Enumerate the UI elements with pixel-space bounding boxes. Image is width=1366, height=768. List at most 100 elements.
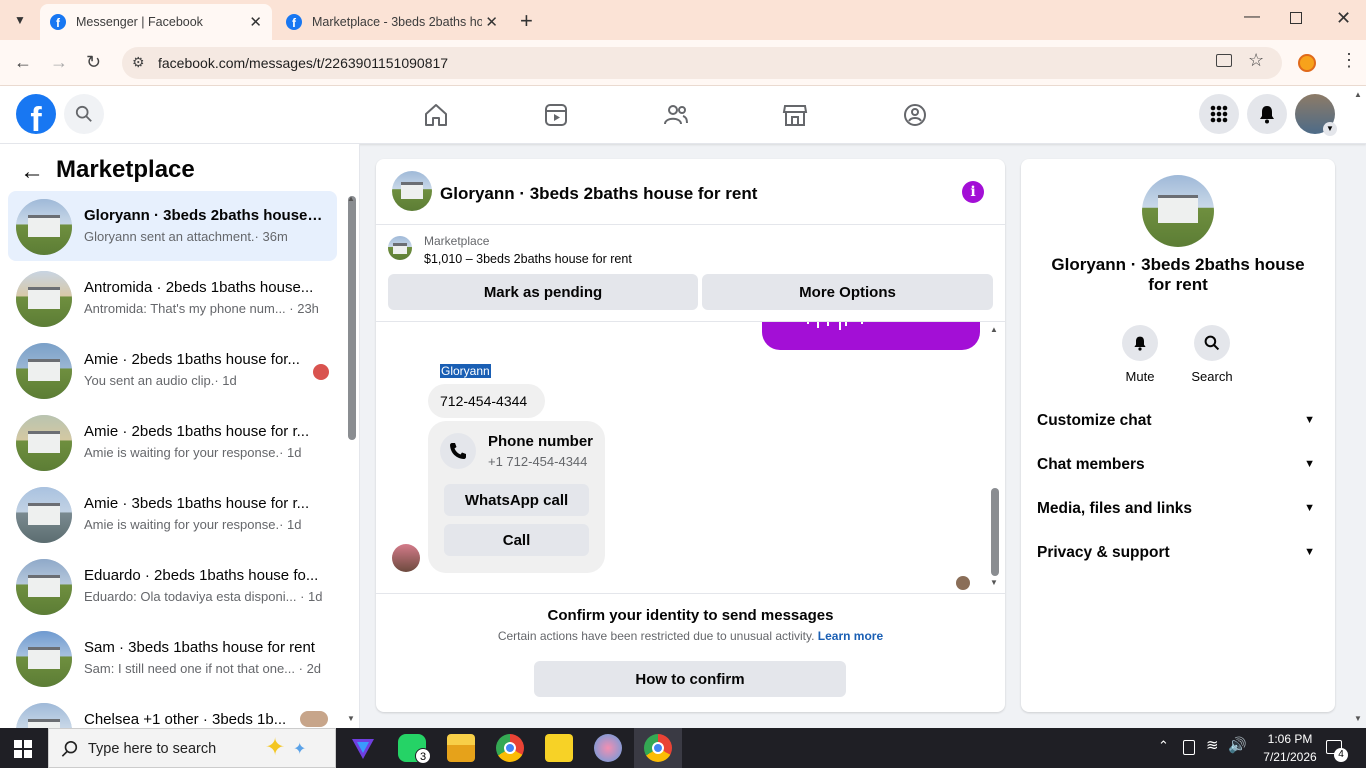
- sender-avatars: [300, 711, 328, 727]
- conversation-item[interactable]: Amie · 2beds 1baths house for... You sen…: [8, 335, 337, 405]
- section-chat-members[interactable]: Chat members ▼: [1037, 456, 1319, 474]
- video-icon[interactable]: [543, 102, 569, 128]
- tab-messenger[interactable]: f Messenger | Facebook ✕: [40, 4, 272, 40]
- more-options-button[interactable]: More Options: [702, 274, 993, 310]
- conversation-title: Amie · 2beds 1baths house for...: [84, 351, 300, 368]
- thread-scrollbar[interactable]: [991, 488, 999, 576]
- search-highlight-icon: ✦: [265, 734, 286, 761]
- conversation-item[interactable]: Chelsea +1 other · 3beds 1b...: [8, 695, 337, 728]
- restore-button[interactable]: [1290, 12, 1302, 24]
- tab-marketplace[interactable]: f Marketplace - 3beds 2baths hou ✕: [276, 4, 508, 40]
- how-to-confirm-button[interactable]: How to confirm: [534, 661, 846, 697]
- chevron-down-icon: ▼: [1304, 546, 1315, 558]
- windows-start-icon[interactable]: [14, 740, 32, 758]
- file-explorer-icon[interactable]: [447, 734, 475, 762]
- forward-icon[interactable]: →: [50, 52, 68, 72]
- back-icon[interactable]: ←: [14, 52, 32, 72]
- clock-date[interactable]: 7/21/2026: [1252, 750, 1328, 764]
- chrome-icon[interactable]: [644, 734, 672, 762]
- close-tab-icon[interactable]: ✕: [249, 13, 262, 31]
- scroll-up-arrow-icon[interactable]: ▲: [347, 194, 355, 203]
- marketplace-icon[interactable]: [782, 102, 808, 128]
- section-privacy-support[interactable]: Privacy & support ▼: [1037, 544, 1319, 562]
- phone-icon: [440, 433, 476, 469]
- back-arrow-icon[interactable]: ←: [20, 158, 44, 186]
- show-hidden-icons[interactable]: ⌃: [1158, 738, 1169, 754]
- tab-title: Messenger | Facebook: [76, 15, 203, 29]
- mark-as-pending-button[interactable]: Mark as pending: [388, 274, 698, 310]
- gaming-icon[interactable]: [902, 102, 928, 128]
- new-tab-button[interactable]: +: [520, 8, 533, 34]
- taskbar-search-box[interactable]: Type here to search ✦ ✦: [48, 728, 336, 768]
- conversation-item[interactable]: Amie · 2beds 1baths house for r... Amie …: [8, 407, 337, 477]
- listing-thumbnail: [16, 199, 72, 255]
- chat-avatar[interactable]: [392, 171, 432, 211]
- page-scroll-down-icon[interactable]: ▼: [1354, 714, 1362, 723]
- menu-grid-button[interactable]: [1199, 94, 1239, 134]
- facebook-favicon-icon: f: [50, 14, 66, 30]
- wifi-icon[interactable]: ≋: [1206, 736, 1219, 754]
- volume-icon[interactable]: 🔊: [1228, 736, 1247, 754]
- install-app-icon[interactable]: [1216, 54, 1232, 67]
- notifications-button[interactable]: [1247, 94, 1287, 134]
- section-label: Privacy & support: [1037, 544, 1170, 561]
- notification-count-badge: 4: [1334, 748, 1348, 762]
- section-customize-chat[interactable]: Customize chat ▼: [1037, 412, 1319, 430]
- sidebar-scrollbar[interactable]: [348, 196, 356, 440]
- conversation-item[interactable]: Antromida · 2beds 1baths house... Antrom…: [8, 263, 337, 333]
- url-text: facebook.com/messages/t/2263901151090817: [158, 55, 449, 71]
- minimize-button[interactable]: —: [1244, 8, 1260, 26]
- menu-icon[interactable]: ⋮: [1340, 50, 1358, 71]
- chat-title[interactable]: Gloryann · 3beds 2baths house for rent: [440, 184, 757, 204]
- sender-avatar[interactable]: [392, 544, 420, 572]
- groups-icon[interactable]: [663, 102, 689, 128]
- conversation-item[interactable]: Gloryann · 3beds 2baths house f... Glory…: [8, 191, 337, 261]
- sticky-notes-icon[interactable]: [545, 734, 573, 762]
- clock-time[interactable]: 1:06 PM: [1258, 732, 1322, 746]
- chrome-profile-icon[interactable]: [496, 734, 524, 762]
- device-icon[interactable]: [1183, 740, 1195, 755]
- phone-number-card: Phone number +1 712-454-4344 WhatsApp ca…: [428, 421, 605, 573]
- learn-more-link[interactable]: Learn more: [818, 629, 883, 643]
- whatsapp-call-button[interactable]: WhatsApp call: [444, 484, 589, 516]
- message-thread[interactable]: Gloryann 712-454-4344 Phone number +1 71…: [376, 321, 1005, 593]
- conversation-title: Gloryann · 3beds 2baths house f...: [84, 207, 324, 224]
- site-info-icon[interactable]: ⚙: [132, 54, 145, 71]
- search-icon: [75, 105, 92, 122]
- home-icon[interactable]: [423, 102, 449, 128]
- conversation-item[interactable]: Sam · 3beds 1baths house for rent Sam: I…: [8, 623, 337, 693]
- section-media-files-links[interactable]: Media, files and links ▼: [1037, 500, 1319, 518]
- address-bar[interactable]: ⚙ facebook.com/messages/t/22639011510908…: [122, 47, 1282, 79]
- info-icon[interactable]: i: [962, 181, 984, 203]
- facebook-logo-icon[interactable]: f: [16, 94, 56, 134]
- section-label: Media, files and links: [1037, 500, 1193, 517]
- close-tab-icon[interactable]: ✕: [485, 13, 498, 31]
- listing-thumbnail-small[interactable]: [388, 236, 412, 260]
- confirm-text: Certain actions have been restricted due…: [497, 629, 815, 643]
- audio-clip-bubble[interactable]: [762, 322, 980, 350]
- message-bubble[interactable]: 712-454-4344: [428, 384, 545, 418]
- tab-search-button[interactable]: ▼: [10, 10, 30, 30]
- bookmark-star-icon[interactable]: ☆: [1248, 50, 1264, 71]
- listing-thumbnail: [16, 415, 72, 471]
- scroll-down-arrow-icon[interactable]: ▼: [990, 578, 998, 587]
- listing-price-title[interactable]: $1,010 – 3beds 2baths house for rent: [424, 252, 632, 266]
- scroll-up-arrow-icon[interactable]: ▲: [990, 325, 998, 334]
- conversation-item[interactable]: Eduardo · 2beds 1baths house fo... Eduar…: [8, 551, 337, 621]
- conversation-item[interactable]: Amie · 3beds 1baths house for r... Amie …: [8, 479, 337, 549]
- scroll-down-arrow-icon[interactable]: ▼: [347, 714, 355, 723]
- conversation-title: Eduardo · 2beds 1baths house fo...: [84, 567, 319, 584]
- reload-icon[interactable]: ↻: [86, 52, 101, 72]
- search-action[interactable]: Search: [1182, 325, 1242, 384]
- vpn-app-icon[interactable]: [349, 734, 377, 762]
- whatsapp-icon[interactable]: 3: [398, 734, 431, 764]
- page-scroll-up-icon[interactable]: ▲: [1354, 90, 1362, 99]
- search-highlight-icon: ✦: [293, 741, 307, 758]
- snipping-tool-icon[interactable]: [594, 734, 622, 762]
- details-avatar[interactable]: [1142, 175, 1214, 247]
- search-button[interactable]: [64, 94, 104, 134]
- close-window-button[interactable]: ✕: [1336, 8, 1351, 29]
- profile-icon[interactable]: [1298, 54, 1316, 72]
- call-button[interactable]: Call: [444, 524, 589, 556]
- mute-action[interactable]: Mute: [1110, 325, 1170, 384]
